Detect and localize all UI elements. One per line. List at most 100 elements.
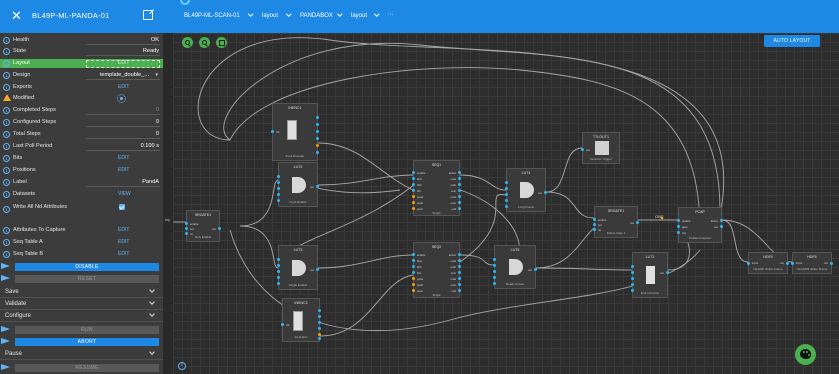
port-dot[interactable] [277, 270, 281, 274]
block-inenc1[interactable]: INENC1 clk Input Encoder [271, 103, 319, 161]
port-dot[interactable] [277, 264, 281, 268]
port-dot[interactable] [412, 289, 416, 293]
block-lut5[interactable]: LUT5 out Ready Frame [493, 245, 537, 289]
info-icon[interactable]: i [178, 362, 186, 370]
port-label: input [752, 261, 759, 265]
block-description: Long Frame [517, 205, 535, 209]
port-dot[interactable] [493, 258, 497, 262]
port-dot[interactable] [412, 177, 416, 181]
port-dot[interactable] [412, 201, 416, 205]
port-dot[interactable] [412, 271, 416, 275]
port-dot[interactable] [631, 277, 635, 281]
zoom-out-button[interactable] [199, 37, 210, 48]
block-description: Single [432, 211, 441, 215]
port-dot[interactable] [581, 148, 585, 152]
port-label: outc [450, 271, 456, 275]
port-dot[interactable] [277, 187, 281, 191]
encoder-icon [293, 311, 303, 331]
block-hdf5-2[interactable]: HDF5 input out Nd HDF5 Writer Frame [791, 252, 833, 274]
port-dot[interactable] [185, 227, 189, 231]
block-name: HDF5 [763, 255, 773, 259]
port-dot[interactable] [412, 195, 416, 199]
port-dot[interactable] [277, 181, 281, 185]
port-dot[interactable] [412, 183, 416, 187]
port-dot[interactable] [277, 258, 281, 262]
block-description: Nd HDF Writer Frame [753, 267, 783, 271]
port-dot[interactable] [593, 223, 597, 227]
port-dot[interactable] [677, 219, 681, 223]
zoom-in-button[interactable] [182, 37, 193, 48]
port-dot[interactable] [412, 265, 416, 269]
port-dot[interactable] [412, 277, 416, 281]
port-dot[interactable] [185, 222, 189, 226]
port-label: outa [450, 177, 456, 181]
connector-dot [660, 216, 664, 220]
block-srgate1[interactable]: SRGATE1 enable set rst out Only Enable [185, 210, 221, 242]
fit-to-screen-button[interactable] [216, 37, 227, 48]
port-dot[interactable] [747, 262, 751, 266]
block-name: SRGATE1 [194, 213, 212, 217]
port-label: val [586, 148, 590, 152]
block-name: SEQ2 [431, 245, 442, 249]
block-seq1[interactable]: SEQ1 enable bita bitb bitc posa posb pos… [412, 160, 461, 216]
port-dot[interactable] [505, 199, 509, 203]
port-dot[interactable] [277, 193, 281, 197]
block-inenc2[interactable]: INENC2 clk Input Enc [281, 298, 321, 342]
port-label: posb [417, 201, 424, 205]
block-description: Input Encoder [285, 154, 305, 158]
palette-button[interactable] [795, 344, 816, 365]
block-lut2[interactable]: LUT2 out Input Enable [277, 162, 319, 207]
block-description: Single Enable [288, 283, 308, 287]
port-label: bitc [417, 189, 422, 193]
port-label: bitb [417, 265, 422, 269]
port-dot[interactable] [677, 231, 681, 235]
app-window: ✕ BL49P-ML-PANDA-01 i Health OK i State … [0, 0, 839, 374]
port-dot[interactable] [791, 262, 795, 266]
port-dot[interactable] [677, 225, 681, 229]
auto-layout-button[interactable]: AUTO LAYOUT [764, 35, 820, 47]
wire [239, 225, 279, 269]
wire [317, 174, 414, 186]
port-label: out [310, 185, 314, 189]
block-name: LUT1 [645, 255, 655, 259]
port-label: enable [417, 171, 426, 175]
block-name: LUT2 [293, 165, 303, 169]
block-pcap[interactable]: PCAP enable gate trig active out Positio… [677, 207, 723, 243]
block-lut3[interactable]: LUT3 out Single Enable [277, 245, 319, 290]
port-label: enable [417, 253, 426, 257]
block-ttlout1[interactable]: TTLOUT1 val Detector Trigger [581, 132, 620, 164]
port-label: bitc [417, 271, 422, 275]
block-srgate2[interactable]: SRGATE1 enable set rst out Frame Gate 1 [593, 206, 639, 238]
port-dot[interactable] [412, 207, 416, 211]
port-label: active [710, 219, 718, 223]
port-dot[interactable] [281, 323, 285, 327]
port-dot[interactable] [631, 283, 635, 287]
port-dot[interactable] [493, 264, 497, 268]
block-lut4[interactable]: LUT4 out Long Frame [505, 168, 547, 212]
wire [319, 274, 414, 337]
port-dot[interactable] [631, 265, 635, 269]
port-dot[interactable] [505, 187, 509, 191]
port-dot[interactable] [493, 276, 497, 280]
block-lut1[interactable]: LUT1 out End of Frame [631, 252, 669, 298]
port-label: outd [450, 277, 456, 281]
port-dot[interactable] [505, 193, 509, 197]
port-dot[interactable] [412, 189, 416, 193]
port-dot[interactable] [412, 253, 416, 257]
port-dot[interactable] [271, 130, 275, 134]
port-dot[interactable] [412, 171, 416, 175]
port-dot[interactable] [593, 218, 597, 222]
port-label: outd [450, 195, 456, 199]
port-dot[interactable] [505, 181, 509, 185]
port-dot[interactable] [631, 271, 635, 275]
port-dot[interactable] [412, 283, 416, 287]
port-dot[interactable] [412, 259, 416, 263]
port-dot[interactable] [277, 175, 281, 179]
port-dot[interactable] [493, 270, 497, 274]
block-seq2[interactable]: SEQ2 enable bita bitb bitc posa posb pos… [412, 242, 461, 298]
block-description: Detector Trigger [590, 157, 612, 161]
port-label: clk [276, 130, 280, 134]
block-hdf5-1[interactable]: HDF5 input out Nd HDF Writer Frame [747, 252, 789, 274]
block-name: INENC1 [288, 106, 302, 110]
port-dot[interactable] [277, 276, 281, 280]
